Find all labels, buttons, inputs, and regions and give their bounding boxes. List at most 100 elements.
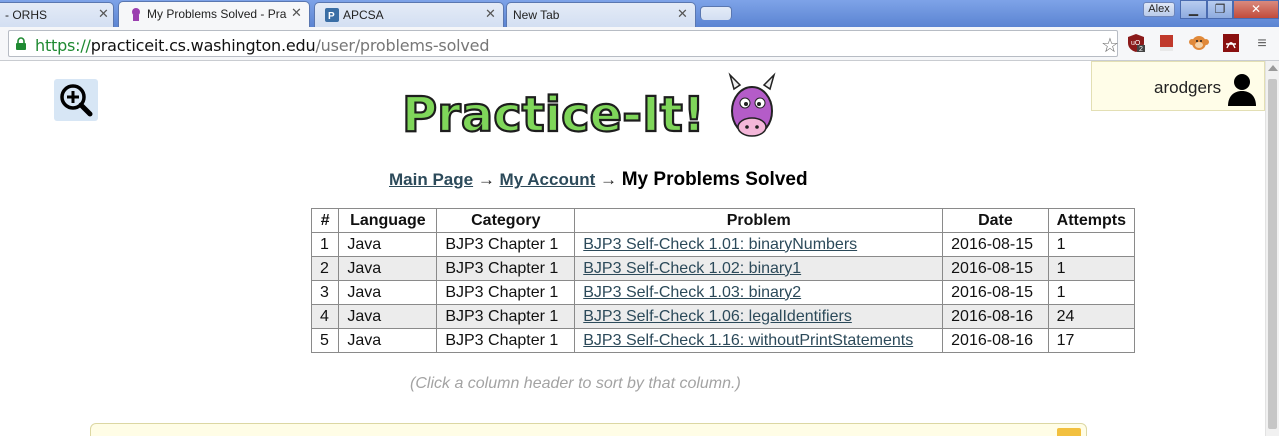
column-header-language[interactable]: Language	[338, 208, 438, 233]
practiceit-favicon-icon	[132, 8, 140, 21]
cell-number: 5	[310, 328, 340, 353]
cell-language: Java	[338, 328, 438, 353]
tab-my-problems-solved[interactable]: My Problems Solved - Pra ✕	[118, 1, 310, 27]
svg-text:2: 2	[1139, 46, 1143, 53]
close-icon[interactable]: ✕	[485, 6, 496, 22]
tab-apcsa[interactable]: P APCSA ✕	[314, 2, 504, 27]
address-bar[interactable]: https://practiceit.cs.washington.edu/use…	[8, 30, 1119, 58]
cell-problem: BJP3 Self-Check 1.03: binary2	[574, 280, 944, 305]
bookmark-book-icon[interactable]	[1157, 33, 1177, 53]
problem-link[interactable]: BJP3 Self-Check 1.01: binaryNumbers	[583, 236, 857, 253]
tab-new-tab[interactable]: New Tab ✕	[506, 2, 696, 27]
table-row: 2 Java BJP3 Chapter 1 BJP3 Self-Check 1.…	[310, 256, 1135, 281]
table-row: 3 Java BJP3 Chapter 1 BJP3 Self-Check 1.…	[310, 280, 1135, 305]
cell-category: BJP3 Chapter 1	[436, 304, 576, 329]
cell-problem: BJP3 Self-Check 1.01: binaryNumbers	[574, 232, 944, 257]
bookmark-star-icon[interactable]: ☆	[1101, 33, 1119, 58]
vertical-scrollbar[interactable]	[1265, 61, 1279, 436]
column-header-problem[interactable]: Problem	[574, 208, 944, 233]
cell-number: 4	[310, 304, 340, 329]
cell-attempts: 1	[1047, 280, 1135, 305]
sort-hint: (Click a column header to sort by that c…	[410, 375, 741, 392]
tab-title: APCSA	[343, 8, 384, 22]
problem-link[interactable]: BJP3 Self-Check 1.03: binary2	[583, 284, 801, 301]
close-icon[interactable]: ✕	[98, 6, 109, 22]
zoom-button[interactable]	[54, 79, 98, 121]
panel-corner-icon	[1057, 428, 1081, 436]
username[interactable]: arodgers	[1154, 78, 1221, 98]
cell-category: BJP3 Chapter 1	[436, 280, 576, 305]
breadcrumb-main-page-link[interactable]: Main Page	[389, 170, 473, 189]
scroll-thumb[interactable]	[1268, 79, 1277, 429]
breadcrumb-arrow: →	[473, 170, 500, 189]
url-text[interactable]: https://practiceit.cs.washington.edu/use…	[35, 36, 489, 55]
problem-link[interactable]: BJP3 Self-Check 1.16: withoutPrintStatem…	[583, 332, 913, 349]
cell-category: BJP3 Chapter 1	[436, 232, 576, 257]
url-path: /user/problems-solved	[315, 36, 490, 55]
restore-button[interactable]: ❐	[1207, 0, 1233, 19]
profile-name[interactable]: Alex	[1143, 2, 1175, 17]
cow-mascot-icon	[728, 72, 776, 137]
monkey-extension-icon[interactable]	[1189, 33, 1209, 53]
cell-category: BJP3 Chapter 1	[436, 328, 576, 353]
page-content: Practice-It! Main Page → My Account → My…	[0, 61, 1265, 436]
column-header-category[interactable]: Category	[436, 208, 576, 233]
cell-number: 1	[310, 232, 340, 257]
problem-link[interactable]: BJP3 Self-Check 1.02: binary1	[583, 260, 801, 277]
cell-attempts: 17	[1047, 328, 1135, 353]
close-icon[interactable]: ✕	[677, 6, 688, 22]
url-host: practiceit.cs.washington.edu	[90, 36, 316, 55]
pdf-icon[interactable]	[1221, 33, 1241, 53]
problems-solved-table: # Language Category Problem Date Attempt…	[310, 208, 1135, 353]
close-icon[interactable]: ✕	[291, 5, 302, 21]
cell-attempts: 24	[1047, 304, 1135, 329]
cell-category: BJP3 Chapter 1	[436, 256, 576, 281]
browser-toolbar: https://practiceit.cs.washington.edu/use…	[0, 27, 1279, 61]
breadcrumb-arrow: →	[595, 170, 622, 189]
cell-language: Java	[338, 256, 438, 281]
column-header-attempts[interactable]: Attempts	[1047, 208, 1135, 233]
cell-date: 2016-08-15	[942, 232, 1049, 257]
table-row: 5 Java BJP3 Chapter 1 BJP3 Self-Check 1.…	[310, 328, 1135, 353]
url-scheme: https://	[35, 36, 91, 55]
cell-language: Java	[338, 232, 438, 257]
lock-icon	[16, 37, 26, 50]
scroll-up-icon[interactable]	[1268, 65, 1278, 71]
content-area: Practice-It! Main Page → My Account → My…	[0, 61, 1135, 436]
zoom-in-icon	[60, 84, 93, 117]
cell-language: Java	[338, 280, 438, 305]
minimize-button[interactable]: ▁	[1180, 0, 1207, 19]
close-window-button[interactable]: ✕	[1233, 0, 1279, 19]
tab-title: My Problems Solved - Pra	[147, 7, 287, 21]
table-row: 1 Java BJP3 Chapter 1 BJP3 Self-Check 1.…	[310, 232, 1135, 257]
tab-title: New Tab	[513, 8, 560, 22]
practice-it-logo[interactable]: Practice-It!	[400, 69, 780, 149]
user-box[interactable]: arodgers	[1091, 61, 1265, 111]
ublock-icon[interactable]: uO 2	[1126, 33, 1146, 53]
new-tab-button[interactable]	[700, 6, 732, 20]
info-panel	[90, 423, 1087, 436]
cell-number: 2	[310, 256, 340, 281]
breadcrumb-my-account-link[interactable]: My Account	[500, 170, 596, 189]
menu-icon[interactable]: ≡	[1252, 34, 1272, 54]
cell-problem: BJP3 Self-Check 1.06: legalIdentifiers	[574, 304, 944, 329]
tab-strip: - ORHS ✕ My Problems Solved - Pra ✕ P AP…	[0, 0, 1279, 27]
logo-text: Practice-It!	[402, 87, 705, 143]
cell-attempts: 1	[1047, 256, 1135, 281]
cell-problem: BJP3 Self-Check 1.02: binary1	[574, 256, 944, 281]
problem-link[interactable]: BJP3 Self-Check 1.06: legalIdentifiers	[583, 308, 852, 325]
cell-language: Java	[338, 304, 438, 329]
cell-date: 2016-08-15	[942, 280, 1049, 305]
apcsa-favicon-icon: P	[325, 8, 339, 22]
svg-text:P: P	[328, 11, 335, 22]
column-header-number[interactable]: #	[310, 208, 340, 233]
cell-problem: BJP3 Self-Check 1.16: withoutPrintStatem…	[574, 328, 944, 353]
user-icon	[1228, 74, 1256, 106]
page-title: My Problems Solved	[621, 169, 808, 190]
tab-title: - ORHS	[5, 8, 47, 22]
tab-orhs[interactable]: - ORHS ✕	[0, 2, 114, 27]
cell-attempts: 1	[1047, 232, 1135, 257]
column-header-date[interactable]: Date	[942, 208, 1049, 233]
table-row: 4 Java BJP3 Chapter 1 BJP3 Self-Check 1.…	[310, 304, 1135, 329]
table-header-row: # Language Category Problem Date Attempt…	[310, 208, 1135, 233]
